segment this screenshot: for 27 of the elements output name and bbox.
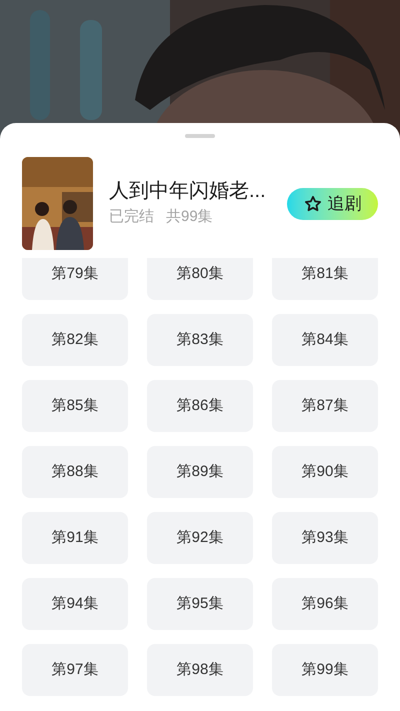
episode-button[interactable]: 第90集 [272,446,378,498]
follow-button[interactable]: 追剧 [287,188,378,220]
episode-button[interactable]: 第81集 [272,258,378,300]
episode-button[interactable]: 第93集 [272,512,378,564]
episode-button[interactable]: 第94集 [22,578,128,630]
drama-status: 已完结 [109,207,154,228]
episode-count: 共99集 [166,207,213,228]
episode-button[interactable]: 第85集 [22,380,128,432]
episode-button[interactable]: 第98集 [147,644,253,696]
episode-button[interactable]: 第80集 [147,258,253,300]
drama-title: 人到中年闪婚老... [109,179,267,204]
episode-button[interactable]: 第92集 [147,512,253,564]
episode-button[interactable]: 第82集 [22,314,128,366]
episode-button[interactable]: 第83集 [147,314,253,366]
episode-button[interactable]: 第79集 [22,258,128,300]
episode-button[interactable]: 第84集 [272,314,378,366]
episode-button[interactable]: 第96集 [272,578,378,630]
episode-button[interactable]: 第86集 [147,380,253,432]
episode-button[interactable]: 第88集 [22,446,128,498]
episode-button[interactable]: 第87集 [272,380,378,432]
star-icon [304,194,322,212]
episode-button[interactable]: 第99集 [272,644,378,696]
episode-button[interactable]: 第89集 [147,446,253,498]
episode-button[interactable]: 第91集 [22,512,128,564]
episode-button[interactable]: 第97集 [22,644,128,696]
episode-button[interactable]: 第95集 [147,578,253,630]
drag-handle[interactable] [185,134,215,138]
